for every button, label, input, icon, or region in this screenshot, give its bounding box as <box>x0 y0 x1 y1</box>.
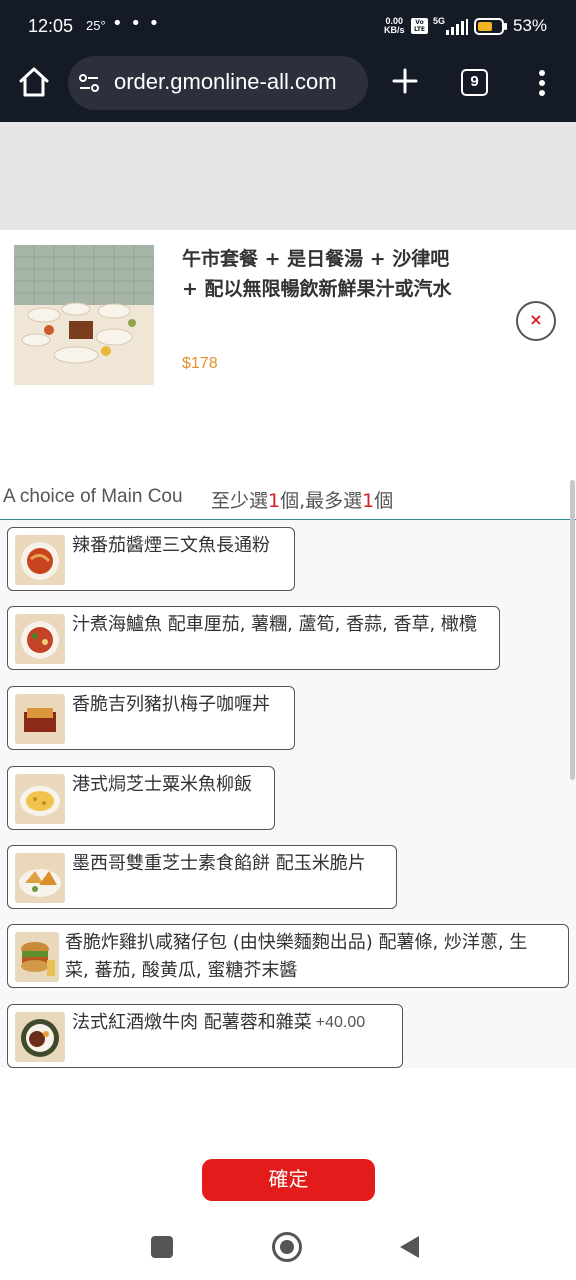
option-item[interactable]: 香脆炸雞扒咸豬仔包 (由快樂麵麭出品) 配薯條, 炒洋蔥, 生菜, 蕃茄, 酸黄… <box>7 924 569 988</box>
option-item[interactable]: 香脆吉列豬扒梅子咖喱丼 <box>7 686 295 750</box>
status-temperature: 25° <box>86 18 106 33</box>
rule-max: 1 <box>362 490 375 512</box>
close-button[interactable]: × <box>516 301 556 341</box>
new-tab-icon[interactable] <box>390 66 420 96</box>
home-icon[interactable] <box>16 64 52 100</box>
site-settings-icon[interactable] <box>78 72 100 94</box>
option-thumbnail <box>15 614 65 664</box>
option-name: 法式紅酒燉牛肉 配薯蓉和雜菜 +40.00 <box>72 1009 365 1037</box>
selection-rule: 至少選1個,最多選1個 <box>211 486 393 513</box>
option-item[interactable]: 法式紅酒燉牛肉 配薯蓉和雜菜 +40.00 <box>7 1004 403 1068</box>
status-bar: 12:05 25° • • • 0.00 KB/s Vo LTE 5G 53% <box>0 0 576 54</box>
net-speed-indicator: 0.00 KB/s <box>384 17 405 35</box>
product-price: $178 <box>182 355 218 372</box>
option-item[interactable]: 辣番茄醬煙三文魚長通粉 <box>7 527 295 591</box>
recent-apps-icon[interactable] <box>151 1236 173 1258</box>
rule-suffix: 個 <box>374 490 394 512</box>
confirm-button[interactable]: 確定 <box>202 1159 375 1201</box>
option-group: A choice of Main Cou 至少選1個,最多選1個 辣番茄醬煙三文… <box>0 476 576 1068</box>
option-name: 香脆吉列豬扒梅子咖喱丼 <box>72 694 270 715</box>
option-name-line1: 香脆炸雞扒咸豬仔包 (由快樂麵麭出品) 配薯條, 炒洋蔥, 生 <box>65 932 528 953</box>
option-name: 汁煮海鱸魚 配車厘茄, 薯糰, 蘆筍, 香蒜, 香草, 橄欖 <box>72 614 477 635</box>
back-icon[interactable] <box>400 1236 419 1258</box>
url-text: order.gmonline-all.com <box>114 69 337 94</box>
product-title: 午市套餐 + 是日餐湯 + 沙律吧 + 配以無限暢飲新鮮果汁或汽水 <box>182 248 452 300</box>
battery-icon <box>474 18 507 35</box>
status-more-icon: • • • <box>112 13 161 34</box>
option-item[interactable]: 墨西哥雙重芝士素食餡餅 配玉米脆片 <box>7 845 397 909</box>
home-nav-icon[interactable] <box>272 1232 302 1262</box>
volte-icon: Vo LTE <box>411 18 428 34</box>
option-name: 港式焗芝士粟米魚柳飯 <box>72 774 252 795</box>
option-item[interactable]: 汁煮海鱸魚 配車厘茄, 薯糰, 蘆筍, 香蒜, 香草, 橄欖 <box>7 606 500 670</box>
scrollbar[interactable] <box>570 480 575 780</box>
option-thumbnail <box>15 694 65 744</box>
option-name-text: 法式紅酒燉牛肉 配薯蓉和雜菜 <box>72 1012 312 1033</box>
rule-mid: 個,最多選 <box>280 490 363 512</box>
option-name-line2: 菜, 蕃茄, 酸黄瓜, 蜜糖芥末醬 <box>65 960 298 981</box>
rule-min: 1 <box>268 490 281 512</box>
option-name: 墨西哥雙重芝士素食餡餅 配玉米脆片 <box>72 853 366 874</box>
option-group-header: A choice of Main Cou 至少選1個,最多選1個 <box>0 476 576 520</box>
product-image <box>14 245 154 385</box>
option-thumbnail <box>15 774 65 824</box>
option-name: 香脆炸雞扒咸豬仔包 (由快樂麵麭出品) 配薯條, 炒洋蔥, 生菜, 蕃茄, 酸黄… <box>65 929 527 985</box>
system-nav-bar <box>0 1214 576 1280</box>
option-name: 辣番茄醬煙三文魚長通粉 <box>72 535 270 556</box>
tab-switcher-button[interactable]: 9 <box>461 69 488 96</box>
option-thumbnail <box>15 853 65 903</box>
product-card: 午市套餐 + 是日餐湯 + 沙律吧 + 配以無限暢飲新鮮果汁或汽水 $178 × <box>0 230 576 476</box>
network-type: 5G <box>433 16 446 26</box>
rule-prefix: 至少選 <box>211 490 269 512</box>
option-thumbnail <box>15 535 65 585</box>
address-bar[interactable]: order.gmonline-all.com <box>68 56 368 110</box>
battery-percent: 53% <box>513 16 548 35</box>
net-speed-unit: KB/s <box>384 25 405 35</box>
status-time: 12:05 <box>28 16 74 36</box>
more-menu-icon[interactable] <box>532 68 552 98</box>
option-group-label: A choice of Main Cou <box>3 486 183 507</box>
option-thumbnail <box>15 932 59 982</box>
option-surcharge: +40.00 <box>315 1014 366 1031</box>
option-item[interactable]: 港式焗芝士粟米魚柳飯 <box>7 766 275 830</box>
browser-chrome: 12:05 25° • • • 0.00 KB/s Vo LTE 5G 53% <box>0 0 576 122</box>
option-thumbnail <box>15 1012 65 1062</box>
signal-icon <box>446 19 468 35</box>
page-banner-area <box>0 122 576 230</box>
